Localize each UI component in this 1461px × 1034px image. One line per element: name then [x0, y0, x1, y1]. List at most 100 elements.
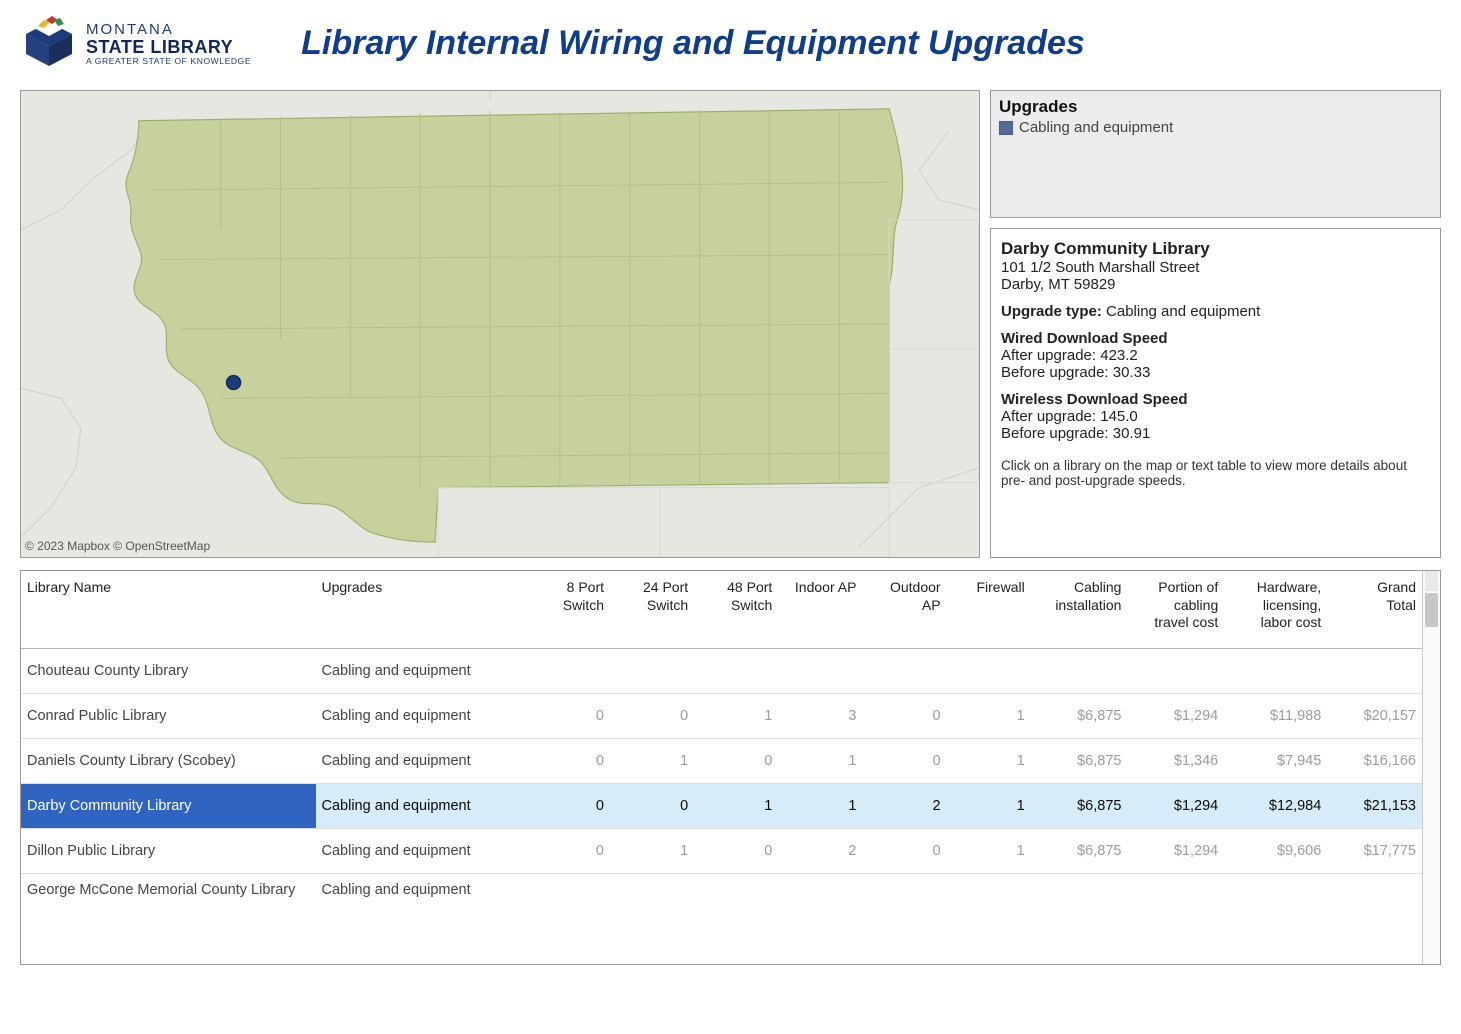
map[interactable]: © 2023 Mapbox © OpenStreetMap: [20, 90, 980, 558]
cell-travel-cost: [1127, 873, 1224, 898]
cell-upgrades: Cabling and equipment: [316, 873, 526, 898]
table-row[interactable]: Chouteau County LibraryCabling and equip…: [21, 648, 1422, 693]
data-table: Library Name Upgrades 8 Port Switch 24 P…: [21, 571, 1422, 898]
cell-library: Daniels County Library (Scobey): [21, 738, 316, 783]
cell-outdoor-ap: [862, 873, 946, 898]
cell-hardware-cost: $7,945: [1224, 738, 1327, 783]
cell-grand-total: [1327, 873, 1422, 898]
wired-before-label: Before upgrade:: [1001, 364, 1113, 381]
th-outdoor-ap[interactable]: Outdoor AP: [862, 571, 946, 648]
th-grand-total[interactable]: Grand Total: [1327, 571, 1422, 648]
map-marker-selected[interactable]: [227, 376, 241, 390]
logo: MONTANA STATE LIBRARY A GREATER STATE OF…: [20, 14, 251, 72]
header: MONTANA STATE LIBRARY A GREATER STATE OF…: [20, 14, 1441, 72]
cell-8port: 0: [526, 738, 610, 783]
legend: Upgrades Cabling and equipment: [990, 90, 1441, 218]
map-svg: [21, 91, 979, 557]
data-table-container: Library Name Upgrades 8 Port Switch 24 P…: [20, 570, 1441, 965]
cell-cabling-install: $6,875: [1031, 783, 1128, 828]
detail-address: 101 1/2 South Marshall Street Darby, MT …: [1001, 259, 1430, 293]
wired-after: After upgrade: 423.2: [1001, 347, 1430, 364]
table-row[interactable]: Daniels County Library (Scobey)Cabling a…: [21, 738, 1422, 783]
cell-travel-cost: $1,346: [1127, 738, 1224, 783]
wired-before: Before upgrade: 30.33: [1001, 364, 1430, 381]
wireless-before-label: Before upgrade:: [1001, 425, 1113, 442]
cell-travel-cost: $1,294: [1127, 783, 1224, 828]
logo-line1: MONTANA: [86, 21, 251, 38]
cell-cabling-install: $6,875: [1031, 828, 1128, 873]
cell-cabling-install: $6,875: [1031, 693, 1128, 738]
th-travel-cost[interactable]: Portion of cabling travel cost: [1127, 571, 1224, 648]
cell-24port: 0: [610, 783, 694, 828]
cell-outdoor-ap: 0: [862, 828, 946, 873]
cell-24port: [610, 648, 694, 693]
cell-travel-cost: $1,294: [1127, 693, 1224, 738]
cell-library: Dillon Public Library: [21, 828, 316, 873]
cell-8port: 0: [526, 783, 610, 828]
cell-indoor-ap: 2: [778, 828, 862, 873]
cell-48port: [694, 648, 778, 693]
wireless-after-value: 145.0: [1100, 408, 1138, 425]
mid-section: © 2023 Mapbox © OpenStreetMap Upgrades C…: [20, 90, 1441, 558]
th-library[interactable]: Library Name: [21, 571, 316, 648]
table-row[interactable]: Darby Community LibraryCabling and equip…: [21, 783, 1422, 828]
cell-24port: 1: [610, 738, 694, 783]
cell-48port: 1: [694, 783, 778, 828]
cell-upgrades: Cabling and equipment: [316, 738, 526, 783]
addr-line2: Darby, MT 59829: [1001, 276, 1116, 293]
cell-outdoor-ap: [862, 648, 946, 693]
table-head: Library Name Upgrades 8 Port Switch 24 P…: [21, 571, 1422, 648]
cell-cabling-install: [1031, 648, 1128, 693]
table-row[interactable]: Dillon Public LibraryCabling and equipme…: [21, 828, 1422, 873]
upgrade-type-label: Upgrade type:: [1001, 303, 1102, 320]
cell-indoor-ap: [778, 873, 862, 898]
cell-upgrades: Cabling and equipment: [316, 783, 526, 828]
th-upgrades[interactable]: Upgrades: [316, 571, 526, 648]
th-48port[interactable]: 48 Port Switch: [694, 571, 778, 648]
cell-grand-total: $16,166: [1327, 738, 1422, 783]
cell-outdoor-ap: 2: [862, 783, 946, 828]
cell-8port: 0: [526, 828, 610, 873]
cell-indoor-ap: 3: [778, 693, 862, 738]
page: MONTANA STATE LIBRARY A GREATER STATE OF…: [0, 0, 1461, 1034]
map-attribution: © 2023 Mapbox © OpenStreetMap: [23, 537, 212, 555]
logo-text: MONTANA STATE LIBRARY A GREATER STATE OF…: [86, 21, 251, 66]
cell-indoor-ap: 1: [778, 783, 862, 828]
cell-cabling-install: $6,875: [1031, 738, 1128, 783]
detail-panel: Darby Community Library 101 1/2 South Ma…: [990, 228, 1441, 558]
cell-firewall: 1: [947, 783, 1031, 828]
legend-title: Upgrades: [999, 97, 1432, 117]
table-row[interactable]: Conrad Public LibraryCabling and equipme…: [21, 693, 1422, 738]
th-24port[interactable]: 24 Port Switch: [610, 571, 694, 648]
detail-library-name: Darby Community Library: [1001, 239, 1430, 259]
table-body: Chouteau County LibraryCabling and equip…: [21, 648, 1422, 898]
detail-hint: Click on a library on the map or text ta…: [1001, 458, 1430, 488]
wired-before-value: 30.33: [1113, 364, 1151, 381]
table-scrollbar[interactable]: [1422, 571, 1440, 964]
cell-hardware-cost: [1224, 648, 1327, 693]
legend-swatch-icon: [999, 121, 1013, 135]
th-cabling-install[interactable]: Cabling installation: [1031, 571, 1128, 648]
cell-8port: [526, 648, 610, 693]
scrollbar-thumb[interactable]: [1425, 593, 1438, 627]
th-indoor-ap[interactable]: Indoor AP: [778, 571, 862, 648]
legend-item[interactable]: Cabling and equipment: [999, 119, 1432, 136]
cell-library: Chouteau County Library: [21, 648, 316, 693]
th-8port[interactable]: 8 Port Switch: [526, 571, 610, 648]
table-row[interactable]: George McCone Memorial County LibraryCab…: [21, 873, 1422, 898]
cell-8port: 0: [526, 693, 610, 738]
th-firewall[interactable]: Firewall: [947, 571, 1031, 648]
cell-grand-total: [1327, 648, 1422, 693]
cell-hardware-cost: $12,984: [1224, 783, 1327, 828]
wireless-before-value: 30.91: [1113, 425, 1151, 442]
cell-indoor-ap: 1: [778, 738, 862, 783]
cell-firewall: 1: [947, 828, 1031, 873]
th-hardware-cost[interactable]: Hardware, licensing, labor cost: [1224, 571, 1327, 648]
data-table-scroll: Library Name Upgrades 8 Port Switch 24 P…: [21, 571, 1422, 964]
wireless-after: After upgrade: 145.0: [1001, 408, 1430, 425]
cell-48port: 1: [694, 693, 778, 738]
legend-item-label: Cabling and equipment: [1019, 119, 1173, 136]
cell-library: George McCone Memorial County Library: [21, 873, 316, 898]
cell-upgrades: Cabling and equipment: [316, 648, 526, 693]
cell-48port: 0: [694, 738, 778, 783]
